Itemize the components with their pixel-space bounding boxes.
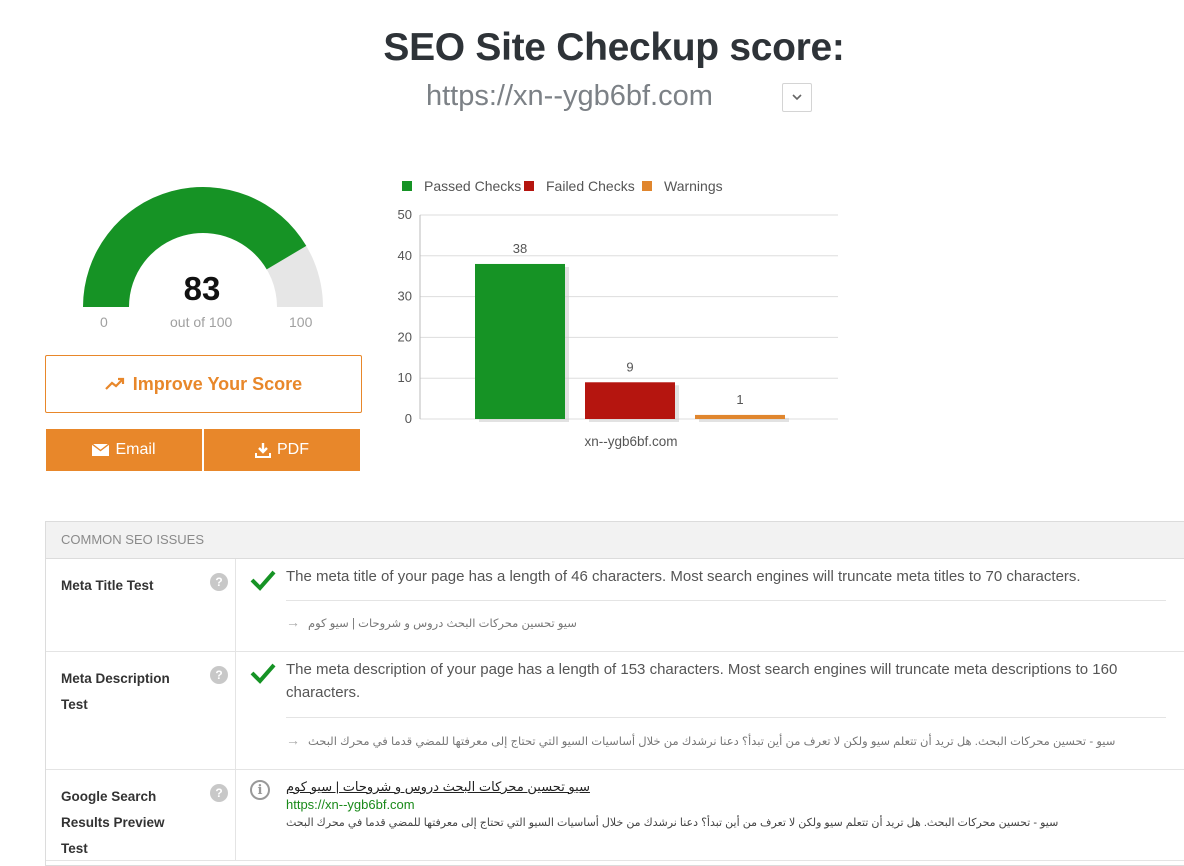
info-icon: i	[250, 780, 270, 800]
issue-description: The meta title of your page has a length…	[286, 568, 1081, 585]
check-icon	[250, 663, 276, 684]
issue-description: The meta description of your page has a …	[286, 661, 1118, 701]
score-value: 83	[183, 270, 221, 307]
issue-row-meta-description: Meta Description Test ? The meta descrip…	[46, 652, 1184, 770]
help-icon[interactable]: ?	[210, 573, 228, 591]
bar-value-label: 9	[626, 359, 633, 374]
issue-sample-text: سيو - تحسين محركات البحث. هل تريد أن تتع…	[308, 736, 1116, 748]
column-divider	[235, 559, 236, 651]
issue-label: Google Search Results Preview Test	[61, 789, 165, 856]
row-divider	[286, 717, 1166, 718]
gauge-min-label: 0	[100, 314, 108, 330]
improve-score-button[interactable]: Improve Your Score	[45, 355, 362, 413]
preview-description: سيو - تحسين محركات البحث. هل تريد أن تتع…	[286, 817, 1059, 829]
issue-row-meta-title: Meta Title Test ? The meta title of your…	[46, 559, 1184, 652]
y-tick-label: 10	[398, 370, 412, 385]
chevron-down-icon	[792, 94, 802, 101]
site-url: https://xn--ygb6bf.com	[426, 80, 713, 112]
preview-url: https://xn--ygb6bf.com	[286, 797, 415, 812]
issue-sample-text: سيو تحسين محركات البحث دروس و شروحات | س…	[308, 618, 577, 630]
arrow-right-icon: →	[286, 732, 300, 748]
bar	[695, 414, 785, 419]
bar	[585, 382, 675, 419]
y-tick-label: 0	[405, 411, 412, 426]
issue-label: Meta Description Test	[61, 671, 170, 712]
y-tick-label: 20	[398, 329, 412, 344]
url-dropdown-button[interactable]	[782, 83, 812, 112]
issue-row-google-preview: Google Search Results Preview Test ? i س…	[46, 770, 1184, 861]
legend-swatch	[642, 181, 652, 191]
page-title: SEO Site Checkup score:	[383, 26, 845, 69]
improve-score-label: Improve Your Score	[132, 373, 303, 394]
gauge-max-label: 100	[289, 314, 313, 330]
email-label: Email	[115, 441, 156, 458]
legend-label: Warnings	[664, 178, 723, 194]
issues-header: COMMON SEO ISSUES	[46, 522, 1184, 559]
issue-label: Meta Title Test	[61, 578, 154, 593]
preview-title-link[interactable]: سيو تحسين محركات البحث دروس و شروحات | س…	[286, 779, 590, 795]
help-icon[interactable]: ?	[210, 666, 228, 684]
bar-value-label: 1	[736, 392, 743, 407]
y-tick-label: 30	[398, 289, 412, 304]
gauge-out-of-label: out of 100	[170, 314, 233, 330]
email-button[interactable]: Email	[46, 429, 202, 471]
help-icon[interactable]: ?	[210, 784, 228, 802]
legend-label: Failed Checks	[546, 178, 635, 194]
row-divider	[286, 600, 1166, 601]
download-icon	[255, 442, 271, 458]
arrow-right-icon: →	[286, 614, 300, 630]
envelope-icon	[92, 444, 110, 456]
bar	[475, 263, 565, 419]
common-seo-issues-panel: COMMON SEO ISSUES Meta Title Test ? The …	[45, 521, 1184, 866]
legend-swatch	[524, 181, 534, 191]
x-category-label: xn--ygb6bf.com	[584, 434, 677, 449]
pdf-button[interactable]: PDF	[204, 429, 360, 471]
column-divider	[235, 652, 236, 769]
bar-value-label: 38	[513, 241, 527, 256]
pdf-label: PDF	[277, 441, 309, 458]
checks-bar-chart: Passed Checks Failed Checks Warnings 0 10 20 3…	[398, 178, 838, 449]
column-divider	[235, 770, 236, 860]
trending-up-icon	[105, 377, 124, 390]
legend-label: Passed Checks	[424, 178, 521, 194]
y-tick-label: 40	[398, 248, 412, 263]
check-icon	[250, 570, 276, 591]
y-tick-label: 50	[398, 207, 412, 222]
legend-swatch	[402, 181, 412, 191]
